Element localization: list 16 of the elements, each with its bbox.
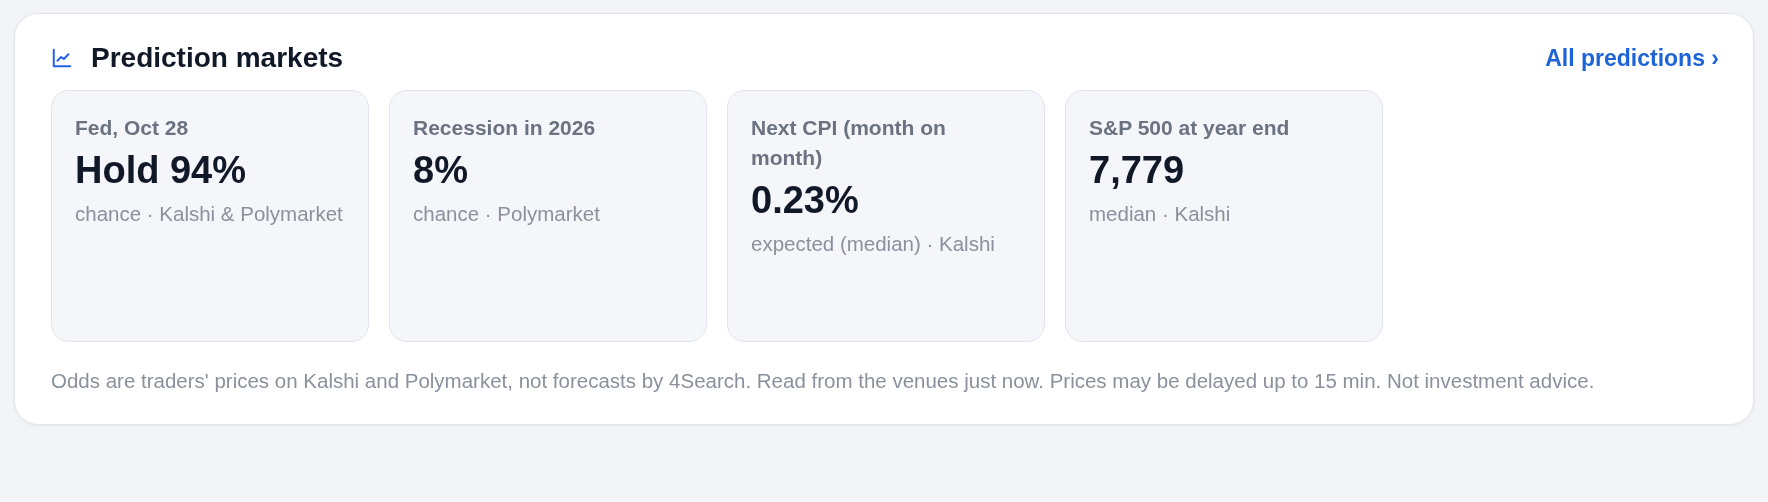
all-predictions-link[interactable]: All predictions › <box>1545 44 1723 72</box>
market-label: Next CPI (month on month) <box>751 115 947 171</box>
market-value: 7,779 <box>1089 149 1186 191</box>
market-note: chance · Polymarket <box>413 201 601 227</box>
line-chart-icon <box>51 47 73 69</box>
section-title: Prediction markets <box>91 42 344 74</box>
market-label: Fed, Oct 28 <box>75 115 190 141</box>
market-note: expected (median) · Kalshi <box>751 231 996 257</box>
market-value: 0.23% <box>751 179 860 221</box>
market-value: Hold 94% <box>75 149 248 191</box>
market-label: S&P 500 at year end <box>1089 115 1291 141</box>
disclaimer-text: Odds are traders' prices on Kalshi and Polymarket, not forecasts by 4Search. Read from the venues just now. Prices may be delayed up to 15 min. Not investment advice. <box>51 368 1596 394</box>
market-note: median · Kalshi <box>1089 201 1232 227</box>
market-note: chance · Kalshi & Polymarket <box>75 201 344 227</box>
market-value: 8% <box>413 149 469 191</box>
market-label: Recession in 2026 <box>413 115 597 141</box>
